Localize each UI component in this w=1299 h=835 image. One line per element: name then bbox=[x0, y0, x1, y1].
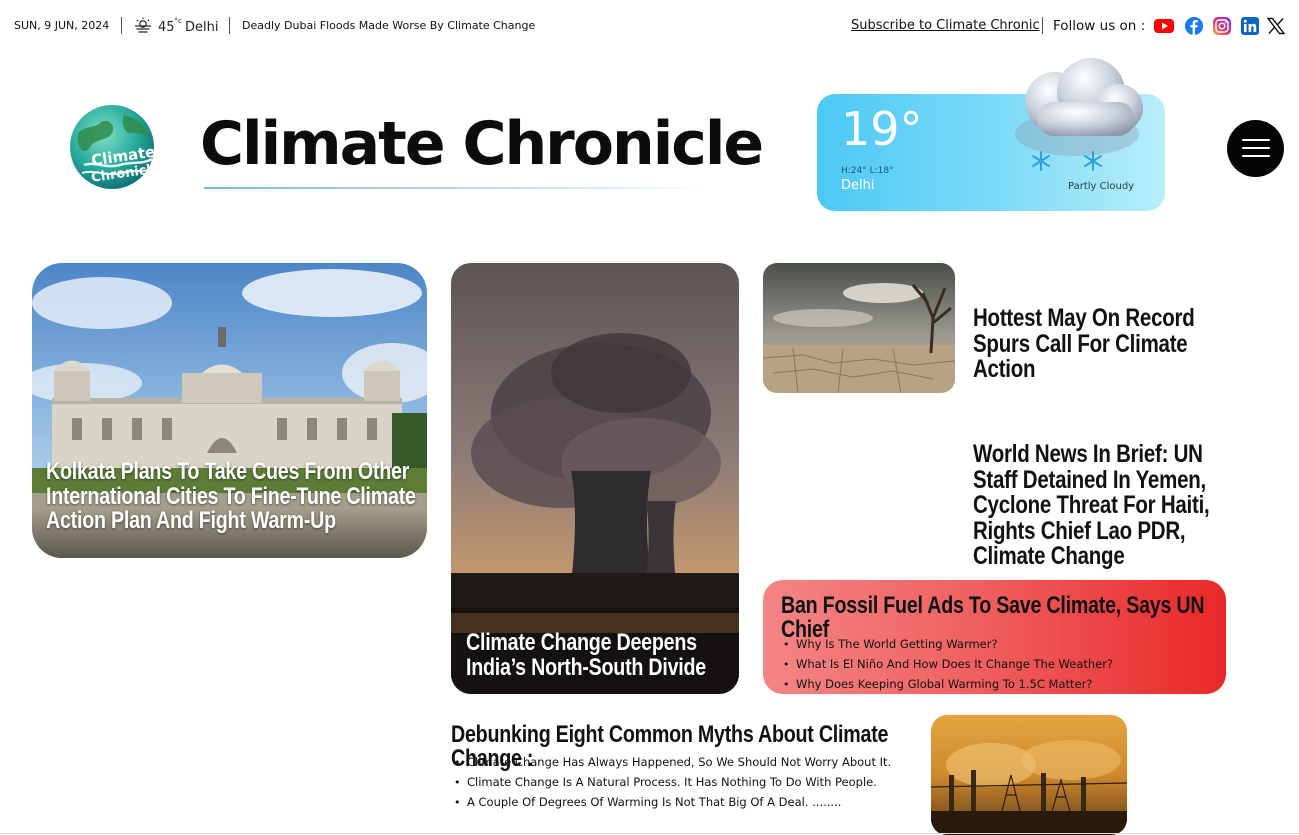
subscribe-link[interactable]: Subscribe to Climate Chronic bbox=[851, 18, 1040, 33]
facebook-icon[interactable] bbox=[1184, 17, 1204, 35]
site-logo[interactable]: Climate Chronicle bbox=[64, 103, 162, 191]
instagram-icon[interactable] bbox=[1212, 17, 1232, 35]
feature-title[interactable]: Ban Fossil Fuel Ads To Save Climate, Say… bbox=[781, 593, 1224, 643]
related-links-list: • Why Is The World Getting Warmer? • What … bbox=[783, 637, 1113, 697]
weather-city: Delhi bbox=[841, 178, 875, 193]
youtube-icon[interactable] bbox=[1154, 17, 1174, 35]
weather-high-low: H:24° L:18° bbox=[841, 166, 894, 176]
follow-label: Follow us on : bbox=[1053, 18, 1146, 34]
myth-item[interactable]: • Climate Change Is A Natural Process. It… bbox=[454, 775, 891, 795]
myth-item[interactable]: • Climate Change Has Always Happened, So … bbox=[454, 755, 891, 775]
snow-cloud-icon bbox=[1015, 58, 1143, 171]
article-image-hottest-may[interactable] bbox=[763, 263, 955, 393]
article-title-hottest-may[interactable]: Hottest May On Record Spurs Call For Cli… bbox=[973, 305, 1235, 383]
sun-haze-icon bbox=[135, 17, 151, 33]
title-underline bbox=[204, 187, 704, 189]
divider bbox=[1042, 17, 1043, 34]
weather-condition: Partly Cloudy bbox=[1068, 181, 1135, 192]
date-label: SUN, 9 JUN, 2024 bbox=[14, 19, 110, 32]
news-ticker[interactable]: Deadly Dubai Floods Made Worse By Climat… bbox=[242, 19, 535, 32]
x-icon[interactable] bbox=[1266, 17, 1286, 35]
related-link[interactable]: • Why Does Keeping Global Warming To 1.5C… bbox=[783, 677, 1113, 697]
article-image-pollution[interactable] bbox=[931, 715, 1127, 835]
top-bar: SUN, 9 JUN, 2024 45°c Delhi Deadly Dubai… bbox=[0, 0, 1299, 52]
linkedin-icon[interactable] bbox=[1240, 17, 1260, 35]
article-title[interactable]: Climate Change Deepens India’s North-Sou… bbox=[466, 630, 712, 680]
myths-list: • Climate Change Has Always Happened, So … bbox=[454, 755, 891, 815]
article-card-north-south[interactable]: Climate Change Deepens India’s North-Sou… bbox=[451, 263, 739, 694]
divider bbox=[229, 17, 230, 34]
related-link[interactable]: • Why Is The World Getting Warmer? bbox=[783, 637, 1113, 657]
article-title-world-news[interactable]: World News In Brief: UN Staff Detained I… bbox=[973, 441, 1235, 570]
myth-item[interactable]: • A Couple Of Degrees Of Warming Is Not T… bbox=[454, 795, 891, 815]
current-city: Delhi bbox=[185, 20, 219, 35]
related-link[interactable]: • What Is El Niño And How Does It Change … bbox=[783, 657, 1113, 677]
article-title[interactable]: Kolkata Plans To Take Cues From Other In… bbox=[46, 459, 423, 534]
weather-widget[interactable]: 19° H:24° L:18° Delhi Partly Cloudy bbox=[817, 58, 1165, 211]
factory-smoke-image bbox=[931, 715, 1127, 835]
divider bbox=[121, 17, 122, 34]
menu-button[interactable] bbox=[1227, 120, 1284, 177]
drought-tree-image bbox=[763, 263, 955, 393]
article-card-kolkata[interactable]: Kolkata Plans To Take Cues From Other In… bbox=[32, 263, 427, 558]
site-title[interactable]: Climate Chronicle bbox=[200, 109, 764, 179]
fossil-fuel-feature[interactable]: Ban Fossil Fuel Ads To Save Climate, Say… bbox=[763, 580, 1226, 694]
weather-temperature: 19° bbox=[841, 102, 923, 156]
current-temperature: 45°c bbox=[158, 17, 182, 35]
footer-divider bbox=[0, 833, 1299, 834]
